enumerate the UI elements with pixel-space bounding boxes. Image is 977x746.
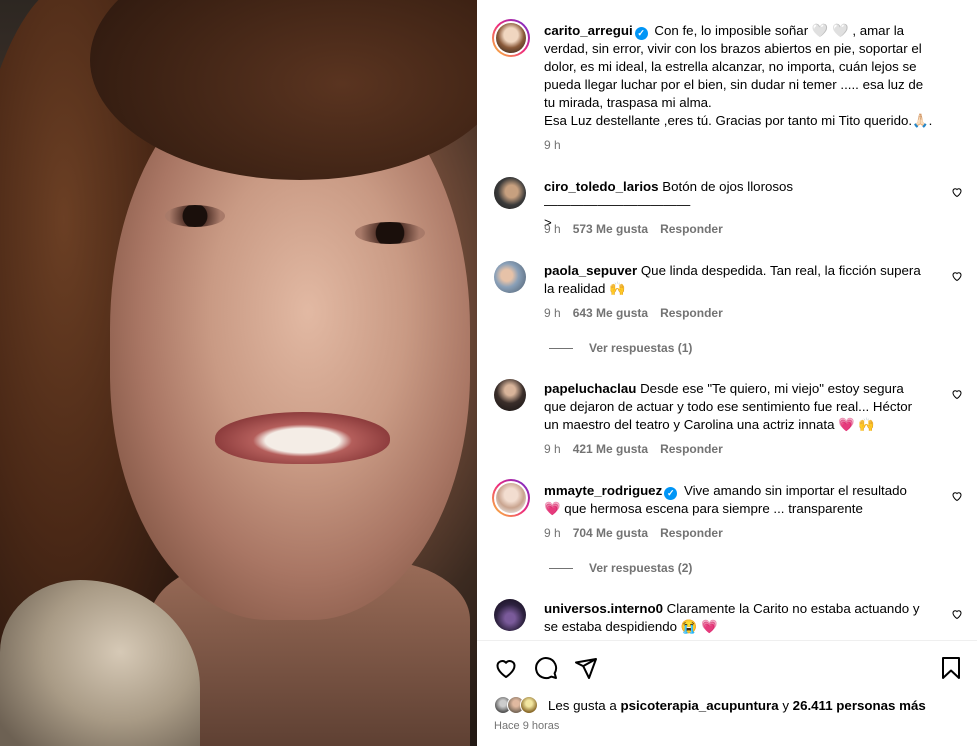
comment-like-heart-icon[interactable] [951,388,963,400]
comment-meta: 9 h 704 Me gusta Responder [544,526,723,540]
commenter-avatar[interactable] [494,599,526,631]
comment-time[interactable]: 9 h [544,306,561,320]
author-username[interactable]: carito_arregui [544,23,633,38]
caption-line: dolor, es mi ideal, la estrella alcanzar… [544,59,917,74]
caption-line: verdad, sin error, vivir con los brazos … [544,41,922,56]
comment-username[interactable]: universos.interno0 [544,601,663,616]
comment-username[interactable]: paola_sepuver [544,263,637,278]
comment-likes[interactable]: 421 Me gusta [573,442,648,456]
comment: paola_sepuver Que linda despedida. Tan r… [544,262,936,298]
comment-text: la realidad 🙌 [544,281,626,296]
bookmark-icon[interactable] [939,656,963,680]
share-icon[interactable] [574,656,598,680]
reply-button[interactable]: Responder [660,222,723,236]
likes-user-link[interactable]: psicoterapia_acupuntura [620,698,778,713]
comment-likes[interactable]: 704 Me gusta [573,526,648,540]
comment-meta: 9 h 421 Me gusta Responder [544,442,723,456]
caption-line: Esa Luz destellante ,eres tú. Gracias po… [544,113,933,128]
media-mouth [215,412,390,464]
caption-line: Con fe, lo imposible soñar 🤍 🤍 , amar la [654,23,905,38]
post-timestamp[interactable]: Hace 9 horas [494,720,559,732]
view-replies-label: Ver respuestas (2) [589,561,693,575]
likes-prefix: Les gusta a [548,698,617,713]
comment-text: Desde ese "Te quiero, mi viejo" estoy se… [640,381,904,396]
post-caption: carito_arregui ✓ Con fe, lo imposible soñ… [544,22,949,130]
comment-time[interactable]: 9 h [544,222,561,236]
comment-meta: 9 h 573 Me gusta Responder [544,222,723,236]
comment-text: Claramente la Carito no estaba actuando … [666,601,920,616]
comment-username[interactable]: mmayte_rodriguez [544,483,662,498]
comment-time[interactable]: 9 h [544,526,561,540]
comment-time[interactable]: 9 h [544,442,561,456]
comment-username[interactable]: papeluchaclau [544,381,636,396]
likes-summary: Les gusta a psicoterapia_acupuntura y 26… [548,698,926,713]
view-replies-button[interactable]: Ver respuestas (1) [549,341,692,355]
comment-likes[interactable]: 573 Me gusta [573,222,648,236]
heart-icon[interactable] [494,656,518,680]
comment-text: se estaba despidiendo 😭 💗 [544,619,718,634]
comment-username[interactable]: ciro_toledo_larios [544,179,659,194]
commenter-avatar[interactable] [494,261,526,293]
commenter-avatar[interactable] [492,479,530,517]
caption-time[interactable]: 9 h [544,138,561,152]
comment-text: que dejaron de actuar y todo ese sentimi… [544,399,913,414]
comment: papeluchaclau Desde ese "Te quiero, mi v… [544,380,936,434]
comment-text: Que linda despedida. Tan real, la ficció… [640,263,921,278]
comment: universos.interno0 Claramente la Carito … [544,600,936,636]
comment-text: 💗 que hermosa escena para siempre ... tr… [544,501,863,516]
view-replies-button[interactable]: Ver respuestas (2) [549,561,692,575]
media-eye-right [355,222,425,244]
caption-line: pueda llegar luchar por el bien, sin dud… [544,77,924,92]
caption-line: tu mirada, traspasa mi alma. [544,95,712,110]
comment-like-heart-icon[interactable] [951,490,963,502]
comment-text: Vive amando sin importar el resultado [683,483,907,498]
comment-text: un maestro del teatro y Carolina una act… [544,417,875,432]
commenter-avatar[interactable] [494,177,526,209]
comment-like-heart-icon[interactable] [951,608,963,620]
post-panel: carito_arregui ✓ Con fe, lo imposible soñ… [477,0,977,746]
likes-count-link[interactable]: 26.411 personas más [793,698,926,713]
reply-button[interactable]: Responder [660,306,723,320]
verified-badge-icon: ✓ [664,487,678,500]
reply-button[interactable]: Responder [660,526,723,540]
comment-meta: 9 h 643 Me gusta Responder [544,306,723,320]
comment-likes[interactable]: 643 Me gusta [573,306,648,320]
comment-like-heart-icon[interactable] [951,186,963,198]
verified-badge-icon: ✓ [634,27,648,40]
view-replies-label: Ver respuestas (1) [589,341,693,355]
commenter-avatar[interactable] [494,379,526,411]
media-eye-left [165,205,225,227]
comment: mmayte_rodriguez ✓ Vive amando sin import… [544,482,936,518]
comment-like-heart-icon[interactable] [951,270,963,282]
likes-and: y [782,698,789,713]
comment-icon[interactable] [534,656,558,680]
liker-avatar [520,696,538,714]
author-avatar[interactable] [492,19,530,57]
comments-scroll[interactable]: carito_arregui ✓ Con fe, lo imposible soñ… [477,0,977,640]
reply-button[interactable]: Responder [660,442,723,456]
post-media[interactable] [0,0,477,746]
